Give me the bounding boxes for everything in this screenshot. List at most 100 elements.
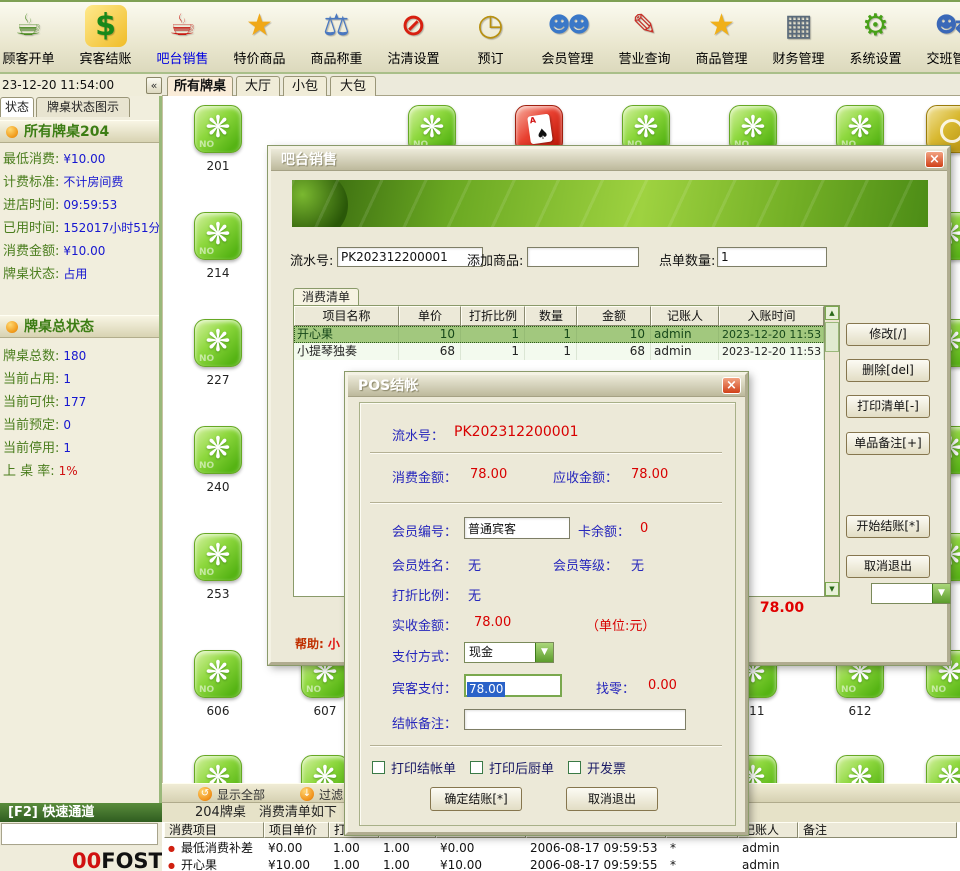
cell: admin — [651, 326, 719, 343]
checkbox-icon[interactable] — [568, 761, 581, 774]
toolbar-item-special-items[interactable]: ★特价商品 — [221, 2, 298, 67]
info-value: 152017小时51分 — [63, 221, 159, 235]
toolbar-item-label: 交班管理 — [914, 48, 960, 67]
modify-button[interactable]: 修改[/] — [846, 323, 930, 346]
scroll-thumb[interactable] — [825, 322, 839, 352]
cell: 2023-12-20 11:53 — [719, 343, 824, 360]
toolbar-item-reservation[interactable]: ◷预订 — [452, 2, 529, 67]
bar-consume-row[interactable]: 开心果101110admin2023-12-20 11:53 — [294, 326, 839, 343]
bar-bottom-combobox[interactable]: ▼ — [871, 583, 951, 604]
main-tab-2[interactable]: 大厅 — [236, 76, 280, 96]
member-management-icon: ☻☻ — [547, 5, 589, 47]
confirm-checkout-button[interactable]: 确定结账[*] — [430, 787, 522, 811]
info-value: 0 — [63, 418, 71, 432]
table-icon-214[interactable] — [194, 212, 242, 260]
toolbar-item-soldout-settings[interactable]: ⊘沽清设置 — [375, 2, 452, 67]
consume-list-row[interactable]: 最低消费补差¥0.001.001.00¥0.002006-08-17 09:59… — [164, 841, 957, 856]
scroll-down-icon[interactable]: ▼ — [825, 582, 839, 596]
table-number: 227 — [184, 373, 252, 387]
cell: 2006-08-17 09:59:53 — [526, 841, 666, 856]
card-balance-value: 0 — [640, 521, 648, 536]
consume-list-row[interactable]: 开心果¥10.001.001.00¥10.002006-08-17 09:59:… — [164, 858, 957, 871]
toolbar-item-system-settings[interactable]: ⚙系统设置 — [837, 2, 914, 67]
info-value: ¥10.00 — [63, 244, 105, 258]
close-icon[interactable]: × — [925, 151, 944, 168]
info-value: 177 — [63, 395, 86, 409]
table-icon-r6c0[interactable] — [194, 755, 242, 783]
table-number: 201 — [184, 159, 252, 173]
serial-input[interactable] — [337, 247, 483, 267]
reservation-icon: ◷ — [470, 5, 512, 47]
info-value: 1 — [63, 441, 71, 455]
remark-label: 结帐备注： — [392, 713, 457, 732]
toolbar-item-goods-management[interactable]: ★商品管理 — [683, 2, 760, 67]
cancel-exit-button[interactable]: 取消退出 — [566, 787, 658, 811]
remark-input[interactable] — [464, 709, 686, 730]
toolbar-item-member-management[interactable]: ☻☻会员管理 — [529, 2, 606, 67]
quick-channel-bar[interactable]: [F2] 快速通道 — [0, 803, 162, 822]
guest-paid-input[interactable]: 78.00 — [464, 674, 562, 697]
chevron-down-icon[interactable]: ▼ — [932, 584, 950, 603]
checkbox-3[interactable]: 开发票 — [568, 758, 626, 777]
toolbar-item-business-query[interactable]: ✎营业查询 — [606, 2, 683, 67]
main-tab-1[interactable]: 所有牌桌 — [167, 76, 233, 96]
table-icon-227[interactable] — [194, 319, 242, 367]
member-name-label: 会员姓名： — [392, 555, 457, 574]
info-value: 09:59:53 — [63, 198, 117, 212]
cancel-exit-button[interactable]: 取消退出 — [846, 555, 930, 578]
quick-input-box[interactable] — [1, 823, 158, 845]
close-icon[interactable]: × — [722, 377, 741, 394]
special-items-icon: ★ — [239, 5, 281, 47]
add-item-input[interactable] — [527, 247, 639, 267]
pos-application-window: ☕顾客开单$宾客结账☕吧台销售★特价商品⚖商品称重⊘沽清设置◷预订☻☻会员管理✎… — [0, 0, 960, 871]
current-table-info: 最低消费:¥10.00计费标准:不计房间费进店时间:09:59:53已用时间:1… — [0, 148, 159, 286]
info-value: 不计房间费 — [63, 175, 123, 189]
payment-method-select[interactable]: 现金 ▼ — [464, 642, 554, 663]
main-tab-4[interactable]: 大包 — [330, 76, 376, 96]
filter-button[interactable]: ↓过滤 — [300, 786, 343, 802]
table-icon-r6c1[interactable] — [301, 755, 349, 783]
cell: 1 — [461, 326, 525, 343]
toolbar-item-guest-checkout[interactable]: $宾客结账 — [67, 2, 144, 67]
table-icon-r6c6[interactable] — [836, 755, 884, 783]
main-tab-3[interactable]: 小包 — [283, 76, 327, 96]
table-icon-253[interactable] — [194, 533, 242, 581]
member-no-label: 会员编号： — [392, 521, 457, 540]
toolbar-item-customer-order[interactable]: ☕顾客开单 — [0, 2, 67, 67]
sidebar-collapse-button[interactable]: « — [146, 77, 162, 94]
checkbox-icon[interactable] — [470, 761, 483, 774]
member-no-input[interactable] — [464, 517, 570, 539]
toolbar-item-finance-management[interactable]: ▦财务管理 — [760, 2, 837, 67]
bar-sales-dialog-title[interactable]: 吧台销售 — [271, 149, 947, 171]
checkbox-1[interactable]: 打印结帐单 — [372, 758, 456, 777]
cell: admin — [738, 841, 798, 856]
scrollbar[interactable]: ▲ ▼ — [824, 306, 839, 596]
bar-consume-row[interactable]: 小提琴独奏681168admin2023-12-20 11:53 — [294, 343, 839, 360]
sidebar-tab-table-diagram[interactable]: 牌桌状态图示 — [36, 97, 130, 117]
tab-consume-list[interactable]: 消费清单 — [293, 288, 359, 306]
chevron-down-icon[interactable]: ▼ — [535, 643, 553, 662]
business-query-icon: ✎ — [624, 5, 666, 47]
cell: 开心果 — [164, 858, 264, 871]
scroll-up-icon[interactable]: ▲ — [825, 306, 839, 320]
table-icon-240[interactable] — [194, 426, 242, 474]
table-icon-r6c7[interactable] — [926, 755, 960, 783]
toolbar-item-goods-weighing[interactable]: ⚖商品称重 — [298, 2, 375, 67]
print-list-button[interactable]: 打印清单[-] — [846, 395, 930, 418]
start-checkout-button[interactable]: 开始结账[*] — [846, 515, 930, 538]
show-all-button[interactable]: ↺显示全部 — [198, 786, 265, 802]
pos-dialog-title[interactable]: POS结帐 — [348, 375, 745, 397]
cell: 小提琴独奏 — [294, 343, 399, 360]
item-remark-button[interactable]: 单品备注[+] — [846, 432, 930, 455]
toolbar-item-shift-change[interactable]: ☻⇄交班管理 — [914, 2, 960, 67]
cell: 1.00 — [379, 841, 436, 856]
delete-button[interactable]: 删除[del] — [846, 359, 930, 382]
table-icon-606[interactable] — [194, 650, 242, 698]
sidebar-tab-status[interactable]: 状态 — [0, 97, 34, 117]
qty-input[interactable] — [717, 247, 827, 267]
toolbar-item-bar-sales[interactable]: ☕吧台销售 — [144, 2, 221, 67]
table-icon-201[interactable] — [194, 105, 242, 153]
checkbox-icon[interactable] — [372, 761, 385, 774]
checkbox-2[interactable]: 打印后厨单 — [470, 758, 554, 777]
payment-method-value: 现金 — [469, 645, 493, 659]
